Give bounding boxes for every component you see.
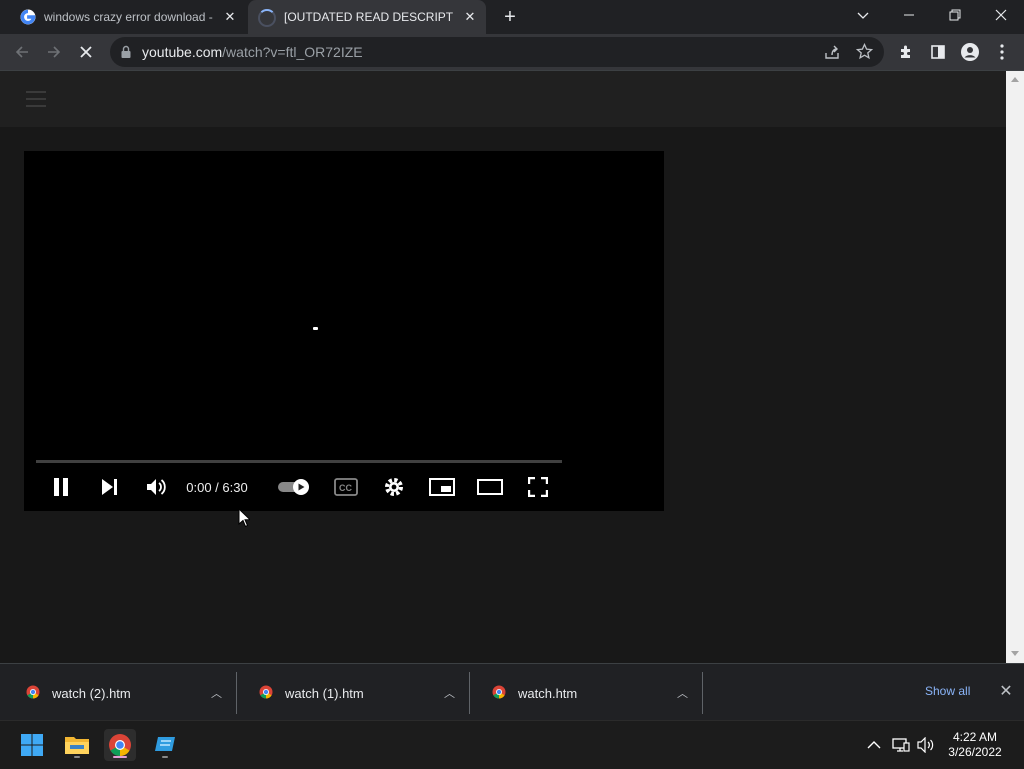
time-display: 0:00 / 6:30 bbox=[186, 479, 248, 495]
loading-spinner-icon bbox=[258, 9, 276, 27]
google-icon bbox=[20, 9, 36, 25]
youtube-header bbox=[0, 71, 1006, 127]
miniplayer-icon[interactable] bbox=[428, 473, 456, 501]
chrome-taskbar-icon[interactable] bbox=[104, 729, 136, 761]
volume-tray-icon[interactable] bbox=[916, 735, 936, 755]
file-explorer-icon[interactable] bbox=[61, 729, 93, 761]
clock-time: 4:22 AM bbox=[952, 730, 998, 744]
tab-title: windows crazy error download - bbox=[44, 10, 213, 24]
windows-taskbar: 4:22 AM 3/26/2022 bbox=[0, 720, 1024, 769]
share-icon[interactable] bbox=[824, 44, 840, 60]
chevron-up-icon[interactable]: ︿ bbox=[211, 685, 222, 701]
url-path: /watch?v=ftl_OR72IZE bbox=[222, 44, 363, 60]
back-button[interactable] bbox=[10, 40, 34, 64]
show-all-downloads-link[interactable]: Show all bbox=[925, 684, 970, 698]
download-item[interactable]: watch (2).htm ︿ bbox=[4, 672, 237, 714]
close-downloads-bar-icon[interactable]: ✕ bbox=[997, 682, 1015, 700]
settings-gear-icon[interactable] bbox=[380, 473, 408, 501]
theater-mode-icon[interactable] bbox=[476, 473, 504, 501]
clock-date: 3/26/2022 bbox=[948, 745, 1002, 759]
tab-search-icon[interactable] bbox=[840, 0, 886, 30]
close-window-button[interactable] bbox=[978, 0, 1024, 30]
autoplay-toggle[interactable] bbox=[276, 473, 312, 501]
system-clock[interactable]: 4:22 AM 3/26/2022 bbox=[940, 730, 1010, 760]
forward-button[interactable] bbox=[42, 40, 66, 64]
windows-start-icon[interactable] bbox=[16, 729, 48, 761]
tab-title: [OUTDATED READ DESCRIPTION] bbox=[284, 10, 454, 24]
captions-icon[interactable]: CC bbox=[332, 473, 360, 501]
chrome-file-icon bbox=[26, 685, 40, 699]
download-item[interactable]: watch (1).htm ︿ bbox=[237, 672, 470, 714]
video-player[interactable]: 0:00 / 6:30 CC bbox=[24, 151, 664, 511]
new-tab-button[interactable]: + bbox=[498, 5, 522, 29]
tab-outdated-read-description[interactable]: [OUTDATED READ DESCRIPTION] ✕ bbox=[248, 0, 486, 34]
download-item[interactable]: watch.htm ︿ bbox=[470, 672, 703, 714]
chevron-up-icon[interactable]: ︿ bbox=[677, 685, 688, 701]
downloads-bar: watch (2).htm ︿ watch (1).htm ︿ watch.ht… bbox=[0, 663, 1024, 721]
next-button[interactable] bbox=[96, 473, 122, 501]
pause-button[interactable] bbox=[48, 473, 74, 501]
bookmark-star-icon[interactable] bbox=[856, 43, 873, 60]
address-bar[interactable]: youtube.com/watch?v=ftl_OR72IZE bbox=[110, 37, 884, 67]
running-indicator bbox=[74, 756, 80, 758]
fullscreen-icon[interactable] bbox=[524, 473, 552, 501]
network-icon[interactable] bbox=[891, 735, 911, 755]
tray-chevron-up-icon[interactable] bbox=[864, 735, 884, 755]
chevron-up-icon[interactable]: ︿ bbox=[444, 685, 455, 701]
loading-indicator bbox=[313, 327, 318, 330]
tab-strip: windows crazy error download - ✕ [OUTDAT… bbox=[0, 0, 1024, 34]
extensions-icon[interactable] bbox=[894, 40, 918, 64]
lock-icon[interactable] bbox=[120, 45, 132, 59]
hamburger-menu-icon[interactable] bbox=[26, 91, 46, 107]
close-tab-icon[interactable]: ✕ bbox=[462, 9, 478, 25]
menu-kebab-icon[interactable] bbox=[990, 40, 1014, 64]
download-filename: watch (1).htm bbox=[285, 685, 364, 701]
tab-windows-crazy-error[interactable]: windows crazy error download - ✕ bbox=[0, 0, 246, 34]
active-indicator bbox=[113, 756, 127, 758]
profile-avatar-icon[interactable] bbox=[958, 40, 982, 64]
chrome-file-icon bbox=[259, 685, 273, 699]
restore-button[interactable] bbox=[932, 0, 978, 30]
url-domain: youtube.com bbox=[142, 44, 223, 60]
url-text[interactable]: youtube.com/watch?v=ftl_OR72IZE bbox=[142, 44, 363, 60]
scroll-down-icon[interactable] bbox=[1011, 651, 1019, 656]
browser-toolbar: youtube.com/watch?v=ftl_OR72IZE bbox=[0, 34, 1024, 71]
close-tab-icon[interactable]: ✕ bbox=[222, 9, 238, 25]
volume-icon[interactable] bbox=[142, 473, 170, 501]
download-filename: watch.htm bbox=[518, 685, 578, 701]
side-panel-icon[interactable] bbox=[926, 40, 950, 64]
minimize-button[interactable] bbox=[886, 0, 932, 30]
download-filename: watch (2).htm bbox=[52, 685, 131, 701]
scroll-up-icon[interactable] bbox=[1011, 77, 1019, 82]
page-scrollbar[interactable] bbox=[1006, 71, 1024, 663]
chrome-file-icon bbox=[492, 685, 506, 699]
mouse-cursor-icon bbox=[238, 507, 252, 533]
running-indicator bbox=[162, 756, 168, 758]
svg-text:CC: CC bbox=[339, 483, 352, 493]
app-taskbar-icon[interactable] bbox=[149, 729, 181, 761]
stop-loading-button[interactable] bbox=[74, 40, 98, 64]
progress-bar[interactable] bbox=[36, 460, 562, 463]
